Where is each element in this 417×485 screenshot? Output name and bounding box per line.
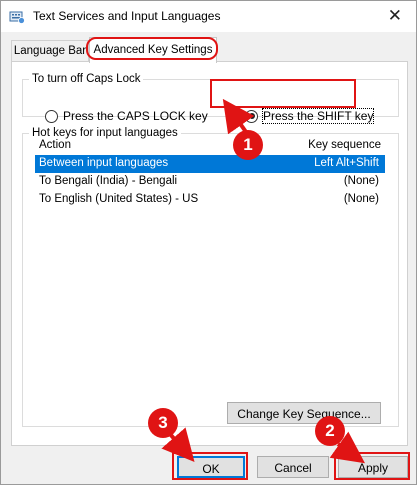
annotation-highlight-apply (334, 452, 410, 480)
annotation-highlight-tab (86, 37, 218, 60)
radio-shift-label: Press the SHIFT key (261, 108, 375, 124)
column-header-key-sequence[interactable]: Key sequence (308, 139, 381, 151)
annotation-badge-1: 1 (233, 130, 263, 160)
list-item[interactable]: Between input languages Left Alt+Shift (35, 155, 385, 173)
list-item-action: To Bengali (India) - Bengali (39, 175, 178, 187)
column-header-action[interactable]: Action (39, 139, 71, 151)
hotkeys-list-header: Action Key sequence (37, 139, 385, 155)
caps-lock-group-label: To turn off Caps Lock (32, 73, 141, 85)
radio-caps-lock-key[interactable]: Press the CAPS LOCK key (45, 109, 208, 123)
radio-button-icon[interactable] (45, 109, 58, 123)
title-bar: Text Services and Input Languages ✕ (1, 1, 416, 32)
radio-caps-lock-label: Press the CAPS LOCK key (63, 109, 208, 123)
annotation-badge-3: 3 (148, 408, 178, 438)
list-item[interactable]: To Bengali (India) - Bengali (None) (35, 173, 385, 191)
radio-button-checked-icon[interactable] (245, 109, 258, 123)
list-item-action: To English (United States) - US (39, 193, 199, 205)
hotkeys-list[interactable]: Between input languages Left Alt+Shift T… (35, 155, 385, 395)
cancel-button[interactable]: Cancel (257, 456, 329, 478)
list-item[interactable]: To English (United States) - US (None) (35, 191, 385, 209)
keyboard-language-icon (9, 9, 25, 25)
list-item-key: Left Alt+Shift (314, 157, 379, 169)
list-item-key: (None) (343, 175, 379, 187)
annotation-highlight-shift-option (210, 79, 356, 108)
dialog-window: Text Services and Input Languages ✕ Lang… (0, 0, 417, 485)
list-item-action: Between input languages (39, 157, 169, 169)
tab-language-bar[interactable]: Language Bar (11, 40, 89, 62)
window-title: Text Services and Input Languages (33, 9, 221, 23)
close-icon[interactable]: ✕ (388, 6, 402, 26)
annotation-highlight-ok (172, 452, 248, 480)
radio-shift-key[interactable]: Press the SHIFT key (245, 108, 375, 124)
change-key-sequence-button[interactable]: Change Key Sequence... (227, 402, 381, 424)
list-item-key: (None) (343, 193, 379, 205)
annotation-badge-2: 2 (315, 416, 345, 446)
hotkeys-group-label: Hot keys for input languages (32, 127, 178, 139)
